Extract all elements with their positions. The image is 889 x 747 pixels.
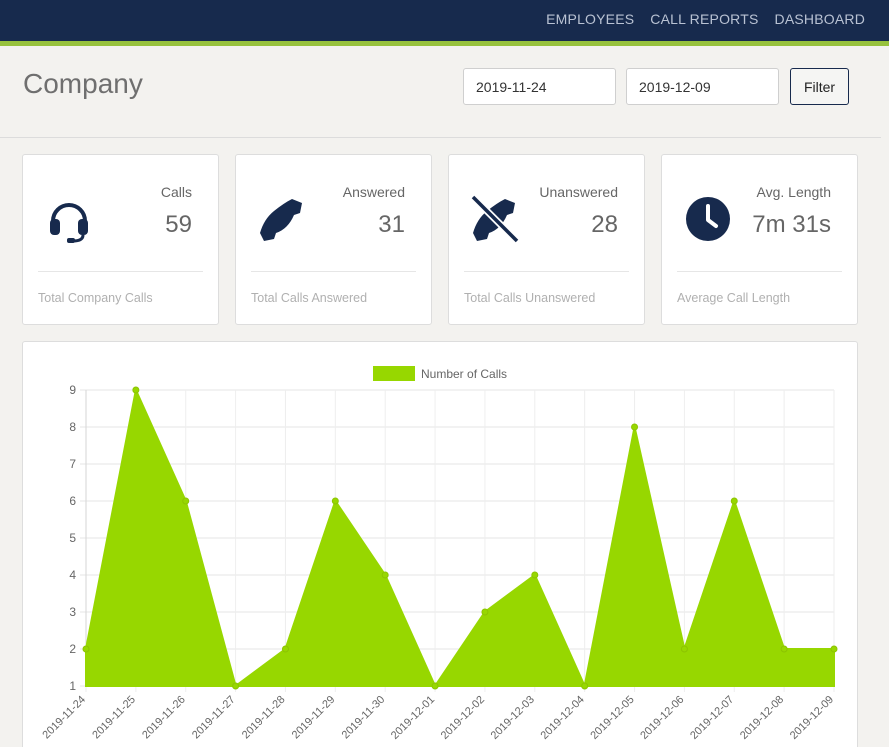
data-point xyxy=(631,423,639,431)
data-point xyxy=(331,497,339,505)
x-tick-label: 2019-11-27 xyxy=(190,694,238,742)
y-tick-label: 4 xyxy=(69,568,76,582)
data-point xyxy=(680,645,688,653)
data-point xyxy=(82,645,90,653)
stat-label: Avg. Length xyxy=(756,184,831,200)
stat-value: 28 xyxy=(591,211,618,238)
phone-icon xyxy=(258,195,306,243)
data-point xyxy=(132,386,140,394)
stat-card-calls: Calls 59 Total Company Calls xyxy=(22,154,219,325)
data-point xyxy=(431,682,439,690)
card-divider xyxy=(464,271,629,272)
nav-employees[interactable]: EMPLOYEES xyxy=(546,11,634,27)
y-tick-label: 5 xyxy=(69,531,76,545)
x-tick-label: 2019-11-25 xyxy=(90,694,138,742)
stat-footer: Total Calls Unanswered xyxy=(464,291,596,305)
date-from-input[interactable] xyxy=(463,68,616,105)
y-tick-label: 7 xyxy=(69,457,76,471)
stat-value: 31 xyxy=(378,211,405,238)
x-tick-label: 2019-12-07 xyxy=(688,694,736,742)
x-tick-label: 2019-12-02 xyxy=(439,694,487,742)
y-tick-label: 6 xyxy=(69,494,76,508)
stat-footer: Total Calls Answered xyxy=(251,291,368,305)
data-point xyxy=(182,497,190,505)
data-point xyxy=(730,497,738,505)
stat-label: Calls xyxy=(160,184,192,200)
main-nav: EMPLOYEES CALL REPORTS DASHBOARD xyxy=(546,11,865,27)
x-tick-label: 2019-12-01 xyxy=(389,694,437,742)
x-tick-label: 2019-11-26 xyxy=(140,694,188,742)
data-point xyxy=(780,645,788,653)
card-divider xyxy=(677,271,842,272)
data-point xyxy=(281,645,289,653)
x-tick-label: 2019-12-04 xyxy=(539,694,587,742)
phone-slash-icon xyxy=(471,195,519,243)
x-tick-label: 2019-11-29 xyxy=(290,694,338,742)
top-navbar: EMPLOYEES CALL REPORTS DASHBOARD xyxy=(0,0,889,46)
x-tick-label: 2019-12-05 xyxy=(588,694,636,742)
x-tick-label: 2019-12-08 xyxy=(738,694,786,742)
data-point xyxy=(232,682,240,690)
data-point xyxy=(481,608,489,616)
data-point xyxy=(581,682,589,690)
calls-chart-panel: Number of Calls 1 2 3 4 5 6 7 8 9 2019-11-24 2019-… xyxy=(22,341,858,747)
page-title: Company xyxy=(23,68,143,99)
card-divider xyxy=(251,271,416,272)
nav-call-reports[interactable]: CALL REPORTS xyxy=(650,11,758,27)
nav-dashboard[interactable]: DASHBOARD xyxy=(775,11,865,27)
y-tick-label: 8 xyxy=(69,420,76,434)
filter-button[interactable]: Filter xyxy=(790,68,849,105)
stat-value: 59 xyxy=(165,211,192,238)
stat-footer: Average Call Length xyxy=(677,291,791,305)
y-tick-label: 1 xyxy=(69,679,76,693)
y-tick-label: 2 xyxy=(69,642,76,656)
x-tick-label: 2019-11-28 xyxy=(240,694,288,742)
headset-icon xyxy=(45,195,93,243)
stat-value: 7m 31s xyxy=(752,211,831,238)
x-tick-label: 2019-12-09 xyxy=(788,694,836,742)
x-tick-label: 2019-11-30 xyxy=(340,694,388,742)
stat-card-answered: Answered 31 Total Calls Answered xyxy=(235,154,432,325)
stat-footer: Total Company Calls xyxy=(38,291,153,305)
x-tick-label: 2019-11-24 xyxy=(40,694,88,742)
stat-label: Unanswered xyxy=(539,184,618,200)
y-tick-label: 3 xyxy=(69,605,76,619)
x-tick-label: 2019-12-03 xyxy=(489,694,537,742)
calls-area-chart: 1234567892019-11-24 2019-11-25 2019-11-26 2… xyxy=(40,383,838,742)
data-point xyxy=(381,571,389,579)
y-tick-label: 9 xyxy=(69,383,76,397)
date-to-input[interactable] xyxy=(626,68,779,105)
data-point xyxy=(531,571,539,579)
stat-card-avg-length: Avg. Length 7m 31s Average Call Length xyxy=(661,154,858,325)
clock-icon xyxy=(684,195,732,243)
data-point xyxy=(830,645,838,653)
stat-card-unanswered: Unanswered 28 Total Calls Unanswered xyxy=(448,154,645,325)
card-divider xyxy=(38,271,203,272)
header-divider xyxy=(0,137,881,138)
x-tick-label: 2019-12-06 xyxy=(638,694,686,742)
stat-label: Answered xyxy=(342,184,405,200)
